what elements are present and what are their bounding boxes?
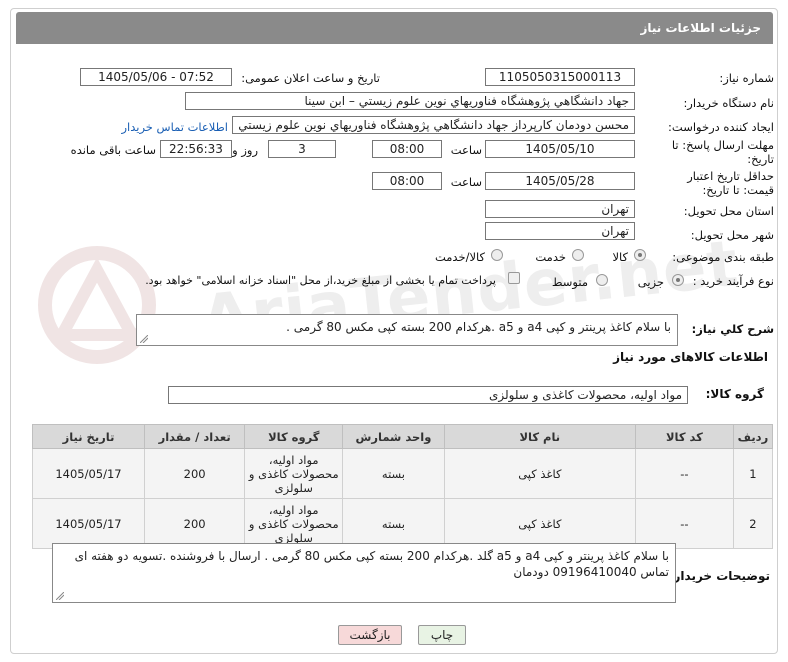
validity-label: حداقل تاریخ اعتبار قیمت: تا تاریخ: bbox=[687, 169, 774, 197]
cell-date: 1405/05/17 bbox=[32, 448, 145, 499]
city-label: شهر محل تحویل: bbox=[690, 228, 774, 242]
goods-table: ردیف کد کالا نام کالا واحد شمارش گروه کا… bbox=[32, 424, 774, 549]
buyer-notes-textarea: با سلام کاغذ پرینتر و کپی a4 و a5 گلد .ه… bbox=[52, 543, 676, 603]
province-field: تهران bbox=[485, 200, 635, 218]
cell-unit: بسته bbox=[342, 498, 445, 549]
announce-date-field: 1405/05/06 - 07:52 bbox=[80, 68, 232, 86]
category-label: طبقه بندی موضوعی: bbox=[672, 250, 774, 264]
cell-qty: 200 bbox=[143, 448, 246, 499]
validity-date-field: 1405/05/28 bbox=[485, 172, 635, 190]
back-button[interactable]: بازگشت bbox=[338, 625, 402, 645]
cell-group: مواد اولیه، محصولات کاغذی و سلولزی bbox=[244, 448, 344, 499]
print-button[interactable]: چاپ bbox=[418, 625, 466, 645]
table-row: 2 -- کاغذ کپی بسته مواد اولیه، محصولات ک… bbox=[32, 498, 774, 549]
buyer-org-label: نام دستگاه خریدار: bbox=[683, 96, 774, 110]
cell-row: 1 bbox=[732, 448, 774, 499]
deadline-label: مهلت ارسال پاسخ: تا تاریخ: bbox=[671, 138, 774, 166]
category-option-service: خدمت bbox=[535, 250, 566, 264]
col-header-group: گروه کالا bbox=[244, 424, 344, 449]
announce-date-label: تاریخ و ساعت اعلان عمومی: bbox=[241, 71, 380, 85]
category-option-goods-service: کالا/خدمت bbox=[434, 250, 485, 264]
remaining-time-field: 22:56:33 bbox=[160, 140, 232, 158]
category-radio-goods-service[interactable] bbox=[491, 249, 503, 261]
validity-time-label: ساعت bbox=[450, 175, 482, 189]
requester-label: ایجاد کننده درخواست: bbox=[668, 120, 774, 134]
deadline-days-field: 3 bbox=[268, 140, 336, 158]
col-header-qty: تعداد / مقدار bbox=[143, 424, 246, 449]
cell-code: -- bbox=[634, 498, 734, 549]
buyer-notes-text: با سلام کاغذ پرینتر و کپی a4 و a5 گلد .ه… bbox=[74, 549, 669, 579]
province-label: استان محل تحویل: bbox=[683, 204, 774, 218]
deadline-time-field: 08:00 bbox=[372, 140, 442, 158]
cell-qty: 200 bbox=[143, 498, 246, 549]
purchase-type-radio-minor[interactable] bbox=[672, 274, 684, 286]
table-row: 1 -- کاغذ کپی بسته مواد اولیه، محصولات ک… bbox=[32, 448, 774, 499]
buyer-contact-link[interactable]: اطلاعات تماس خریدار bbox=[121, 120, 228, 134]
description-label: شرح كلي نياز: bbox=[691, 322, 774, 336]
col-header-unit: واحد شمارش bbox=[342, 424, 445, 449]
purchase-type-option-minor: جزیی bbox=[637, 275, 664, 289]
remaining-time-label: ساعت باقی مانده bbox=[70, 143, 156, 157]
cell-row: 2 bbox=[732, 498, 774, 549]
need-number-label: شماره نیاز: bbox=[719, 71, 774, 85]
col-header-row: ردیف bbox=[732, 424, 774, 449]
category-option-goods: کالا bbox=[612, 250, 628, 264]
cell-group: مواد اولیه، محصولات کاغذی و سلولزی bbox=[244, 498, 344, 549]
cell-name: کاغذ کپی bbox=[443, 498, 636, 549]
deadline-days-label: روز و bbox=[232, 143, 258, 157]
cell-date: 1405/05/17 bbox=[32, 498, 145, 549]
description-text: با سلام کاغذ پرینتر و کپی a4 و a5 .هرکدا… bbox=[286, 320, 671, 334]
validity-time-field: 08:00 bbox=[372, 172, 442, 190]
cell-name: کاغذ کپی bbox=[443, 448, 636, 499]
goods-table-header: ردیف کد کالا نام کالا واحد شمارش گروه کا… bbox=[32, 424, 774, 449]
resize-grip-icon[interactable] bbox=[140, 335, 148, 343]
purchase-type-option-medium: متوسط bbox=[551, 275, 588, 289]
purchase-type-radio-medium[interactable] bbox=[596, 274, 608, 286]
cell-unit: بسته bbox=[342, 448, 445, 499]
description-textarea: با سلام کاغذ پرینتر و کپی a4 و a5 .هرکدا… bbox=[136, 314, 678, 346]
col-header-date: تاریخ نیاز bbox=[32, 424, 145, 449]
cell-code: -- bbox=[634, 448, 734, 499]
treasury-payment-checkbox[interactable] bbox=[508, 272, 520, 284]
treasury-payment-note: پرداخت تمام یا بخشی از مبلغ خرید،از محل … bbox=[145, 274, 496, 287]
need-number-field: 1105050315000113 bbox=[485, 68, 635, 86]
col-header-name: نام کالا bbox=[443, 424, 636, 449]
col-header-code: کد کالا bbox=[634, 424, 734, 449]
purchase-type-label: نوع فرآیند خرید : bbox=[692, 274, 774, 288]
requester-field: محسن دودمان كارپرداز جهاد دانشگاهي پژوهش… bbox=[232, 116, 635, 134]
goods-section-title: اطلاعات کالاهای مورد نیاز bbox=[613, 350, 768, 364]
category-radio-goods[interactable] bbox=[634, 249, 646, 261]
goods-group-label: گروه کالا: bbox=[705, 387, 764, 401]
resize-grip-icon[interactable] bbox=[56, 592, 64, 600]
goods-group-field: مواد اولیه، محصولات کاغذی و سلولزی bbox=[168, 386, 688, 404]
city-field: تهران bbox=[485, 222, 635, 240]
deadline-date-field: 1405/05/10 bbox=[485, 140, 635, 158]
buyer-notes-label: توضیحات خریدار: bbox=[668, 569, 770, 583]
buyer-org-field: جهاد دانشگاهي پژوهشگاه فناوريهاي نوين عل… bbox=[185, 92, 635, 110]
category-radio-service[interactable] bbox=[572, 249, 584, 261]
deadline-time-label: ساعت bbox=[450, 143, 482, 157]
page-title: جزئیات اطلاعات نیاز bbox=[16, 12, 773, 44]
